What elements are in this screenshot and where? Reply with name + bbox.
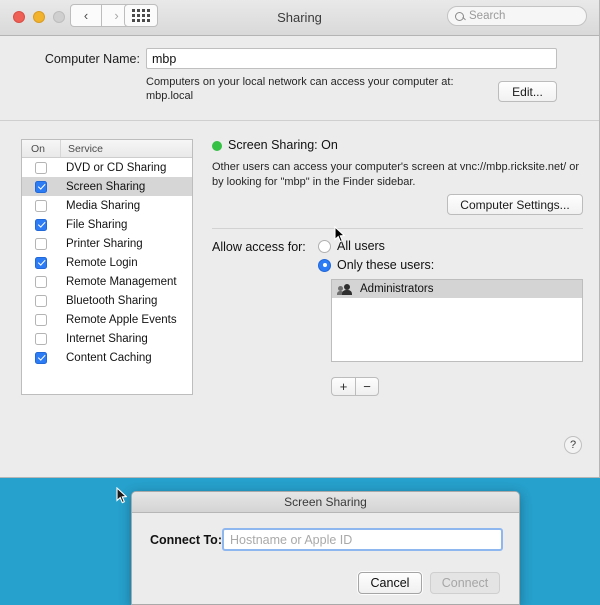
checkbox-icon[interactable]: [35, 332, 47, 345]
computer-name-help-line1: Computers on your local network can acce…: [146, 76, 454, 88]
service-checkbox-cell: [22, 275, 60, 288]
checkbox-icon[interactable]: [35, 275, 47, 288]
service-description-line1: Other users can access your computer's s…: [212, 161, 580, 173]
radio-all-users[interactable]: All users: [312, 239, 385, 253]
connect-to-label: Connect To:: [150, 533, 222, 547]
computer-name-input[interactable]: [146, 48, 557, 69]
checkbox-icon[interactable]: [35, 161, 47, 174]
list-item[interactable]: Administrators: [332, 280, 582, 298]
service-name-label: Remote Apple Events: [66, 313, 177, 326]
column-header-service: Service: [60, 140, 192, 157]
checkbox-icon[interactable]: [35, 180, 47, 193]
allowed-users-list[interactable]: Administrators: [331, 279, 583, 362]
radio-only-these-users-indicator: [318, 258, 331, 272]
checkbox-icon[interactable]: [35, 313, 47, 326]
service-row-remote-management[interactable]: Remote Management: [22, 272, 192, 291]
service-row-screen-sharing[interactable]: Screen Sharing: [22, 177, 192, 196]
radio-all-users-indicator: [318, 239, 331, 253]
divider: [212, 228, 583, 229]
service-checkbox-cell: [22, 180, 60, 193]
sharing-preferences-window: ‹ › Sharing Search Computer Name: Comput…: [0, 0, 600, 478]
service-name-label: Remote Management: [66, 275, 177, 288]
radio-all-users-label: All users: [337, 239, 385, 253]
checkbox-icon[interactable]: [35, 256, 47, 269]
service-description-line2: by looking for "mbp" in the Finder sideb…: [212, 176, 416, 188]
computer-name-help-line2: mbp.local: [146, 90, 194, 102]
group-icon: [337, 283, 353, 295]
add-user-button[interactable]: +: [331, 377, 355, 396]
dialog-title: Screen Sharing: [284, 495, 367, 509]
remove-user-button[interactable]: −: [355, 377, 379, 396]
window-toolbar: ‹ › Sharing Search: [0, 0, 599, 36]
service-checkbox-cell: [22, 199, 60, 212]
dialog-titlebar: Screen Sharing: [132, 492, 519, 513]
service-checkbox-cell: [22, 313, 60, 326]
status-text: Screen Sharing: On: [228, 138, 338, 152]
service-checkbox-cell: [22, 256, 60, 269]
search-icon: [455, 11, 464, 21]
services-table-body: DVD or CD Sharing Screen Sharing Media Sha…: [22, 158, 192, 367]
user-list-controls: + −: [331, 377, 379, 396]
checkbox-icon[interactable]: [35, 237, 47, 250]
help-button[interactable]: ?: [564, 436, 582, 454]
service-name-label: Remote Login: [66, 256, 138, 269]
cancel-button[interactable]: Cancel: [358, 572, 422, 594]
service-row-remote-login[interactable]: Remote Login: [22, 253, 192, 272]
service-checkbox-cell: [22, 294, 60, 307]
service-name-label: Media Sharing: [66, 199, 141, 212]
service-row-media-sharing[interactable]: Media Sharing: [22, 196, 192, 215]
status-indicator-dot: [212, 141, 222, 151]
service-row-bluetooth-sharing[interactable]: Bluetooth Sharing: [22, 291, 192, 310]
checkbox-icon[interactable]: [35, 199, 47, 212]
service-checkbox-cell: [22, 218, 60, 231]
checkbox-icon[interactable]: [35, 351, 47, 364]
radio-only-these-users[interactable]: Only these users:: [312, 258, 434, 272]
search-input[interactable]: Search: [469, 10, 505, 22]
service-row-remote-apple-events[interactable]: Remote Apple Events: [22, 310, 192, 329]
service-row-file-sharing[interactable]: File Sharing: [22, 215, 192, 234]
computer-name-label: Computer Name:: [44, 52, 140, 66]
edit-button[interactable]: Edit...: [498, 81, 557, 102]
service-name-label: File Sharing: [66, 218, 128, 231]
connect-to-input[interactable]: [222, 528, 503, 551]
service-checkbox-cell: [22, 332, 60, 345]
list-item-label: Administrators: [360, 283, 434, 295]
service-name-label: Internet Sharing: [66, 332, 148, 345]
services-table-header: On Service: [22, 140, 192, 158]
service-name-label: DVD or CD Sharing: [66, 161, 167, 174]
divider: [0, 120, 599, 121]
search-field[interactable]: Search: [447, 6, 587, 26]
service-name-label: Screen Sharing: [66, 180, 146, 193]
computer-settings-button[interactable]: Computer Settings...: [447, 194, 583, 215]
service-row-printer-sharing[interactable]: Printer Sharing: [22, 234, 192, 253]
allow-access-label: Allow access for:: [212, 240, 306, 254]
column-header-on: On: [31, 142, 46, 155]
radio-only-these-users-label: Only these users:: [337, 258, 435, 272]
connect-button: Connect: [430, 572, 500, 594]
service-checkbox-cell: [22, 237, 60, 250]
service-name-label: Bluetooth Sharing: [66, 294, 158, 307]
checkbox-icon[interactable]: [35, 294, 47, 307]
service-row-internet-sharing[interactable]: Internet Sharing: [22, 329, 192, 348]
checkbox-icon[interactable]: [35, 218, 47, 231]
service-name-label: Printer Sharing: [66, 237, 143, 250]
service-checkbox-cell: [22, 351, 60, 364]
screen-sharing-dialog: Screen Sharing Connect To: Cancel Connec…: [131, 491, 520, 605]
services-table[interactable]: On Service DVD or CD Sharing Screen Shari…: [21, 139, 193, 395]
service-row-content-caching[interactable]: Content Caching: [22, 348, 192, 367]
service-row-dvd-or-cd-sharing[interactable]: DVD or CD Sharing: [22, 158, 192, 177]
service-name-label: Content Caching: [66, 351, 152, 364]
service-checkbox-cell: [22, 161, 60, 174]
